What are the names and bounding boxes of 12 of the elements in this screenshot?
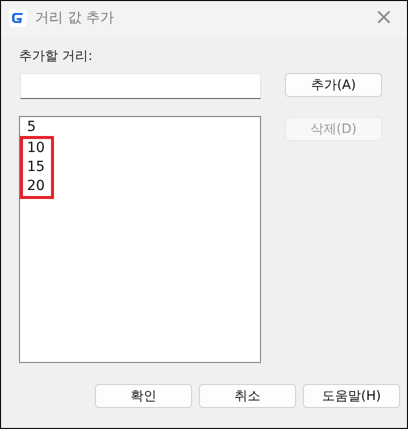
list-item[interactable]: 5 <box>20 118 260 137</box>
list-item[interactable]: 20 <box>23 177 51 196</box>
list-item[interactable]: 15 <box>23 158 51 177</box>
list-item[interactable]: 10 <box>23 139 51 158</box>
add-button[interactable]: 추가(A) <box>285 73 382 97</box>
dialog-button[interactable]: 확인 <box>95 384 192 408</box>
dialog-button[interactable]: 취소 <box>199 384 296 408</box>
app-logo-icon <box>9 9 27 27</box>
dialog-button[interactable]: 도움말(H) <box>303 384 400 408</box>
window-title: 거리 값 추가 <box>35 9 115 27</box>
distance-label: 추가할 거리: <box>19 48 94 66</box>
distance-input[interactable] <box>20 73 261 99</box>
